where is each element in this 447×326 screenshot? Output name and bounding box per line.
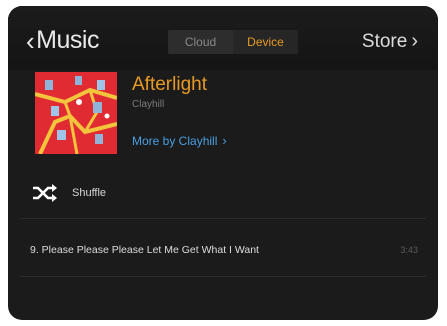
shuffle-icon [33,184,57,202]
shuffle-label: Shuffle [72,187,107,199]
tab-cloud[interactable]: Cloud [168,30,233,54]
source-segmented-control: Cloud Device [168,30,298,54]
tab-device[interactable]: Device [233,30,298,54]
more-by-artist-link[interactable]: More by Clayhill › [132,133,227,148]
divider [20,218,426,219]
store-label: Store [361,30,408,52]
track-title: 9. Please Please Please Let Me Get What … [30,244,259,256]
track-duration: 3:43 [400,245,418,255]
chevron-left-icon: ‹ [26,25,35,56]
app-window: ‹ Music Cloud Device Store › Afterlight … [8,6,438,320]
chevron-right-icon: › [411,30,418,52]
back-button[interactable]: ‹ Music [26,26,99,55]
chevron-right-icon: › [222,133,227,148]
album-artist: Clayhill [132,99,165,110]
header-bar: ‹ Music Cloud Device Store › [8,6,438,70]
more-link-label: More by Clayhill [132,133,218,148]
shuffle-button[interactable]: Shuffle [32,184,106,202]
store-button[interactable]: Store › [362,30,418,53]
album-title: Afterlight [132,74,207,95]
track-row[interactable]: 9. Please Please Please Let Me Get What … [20,232,426,268]
album-art-illustration [35,72,117,154]
back-label: Music [36,26,99,54]
divider [20,276,426,277]
album-art[interactable] [35,72,117,154]
